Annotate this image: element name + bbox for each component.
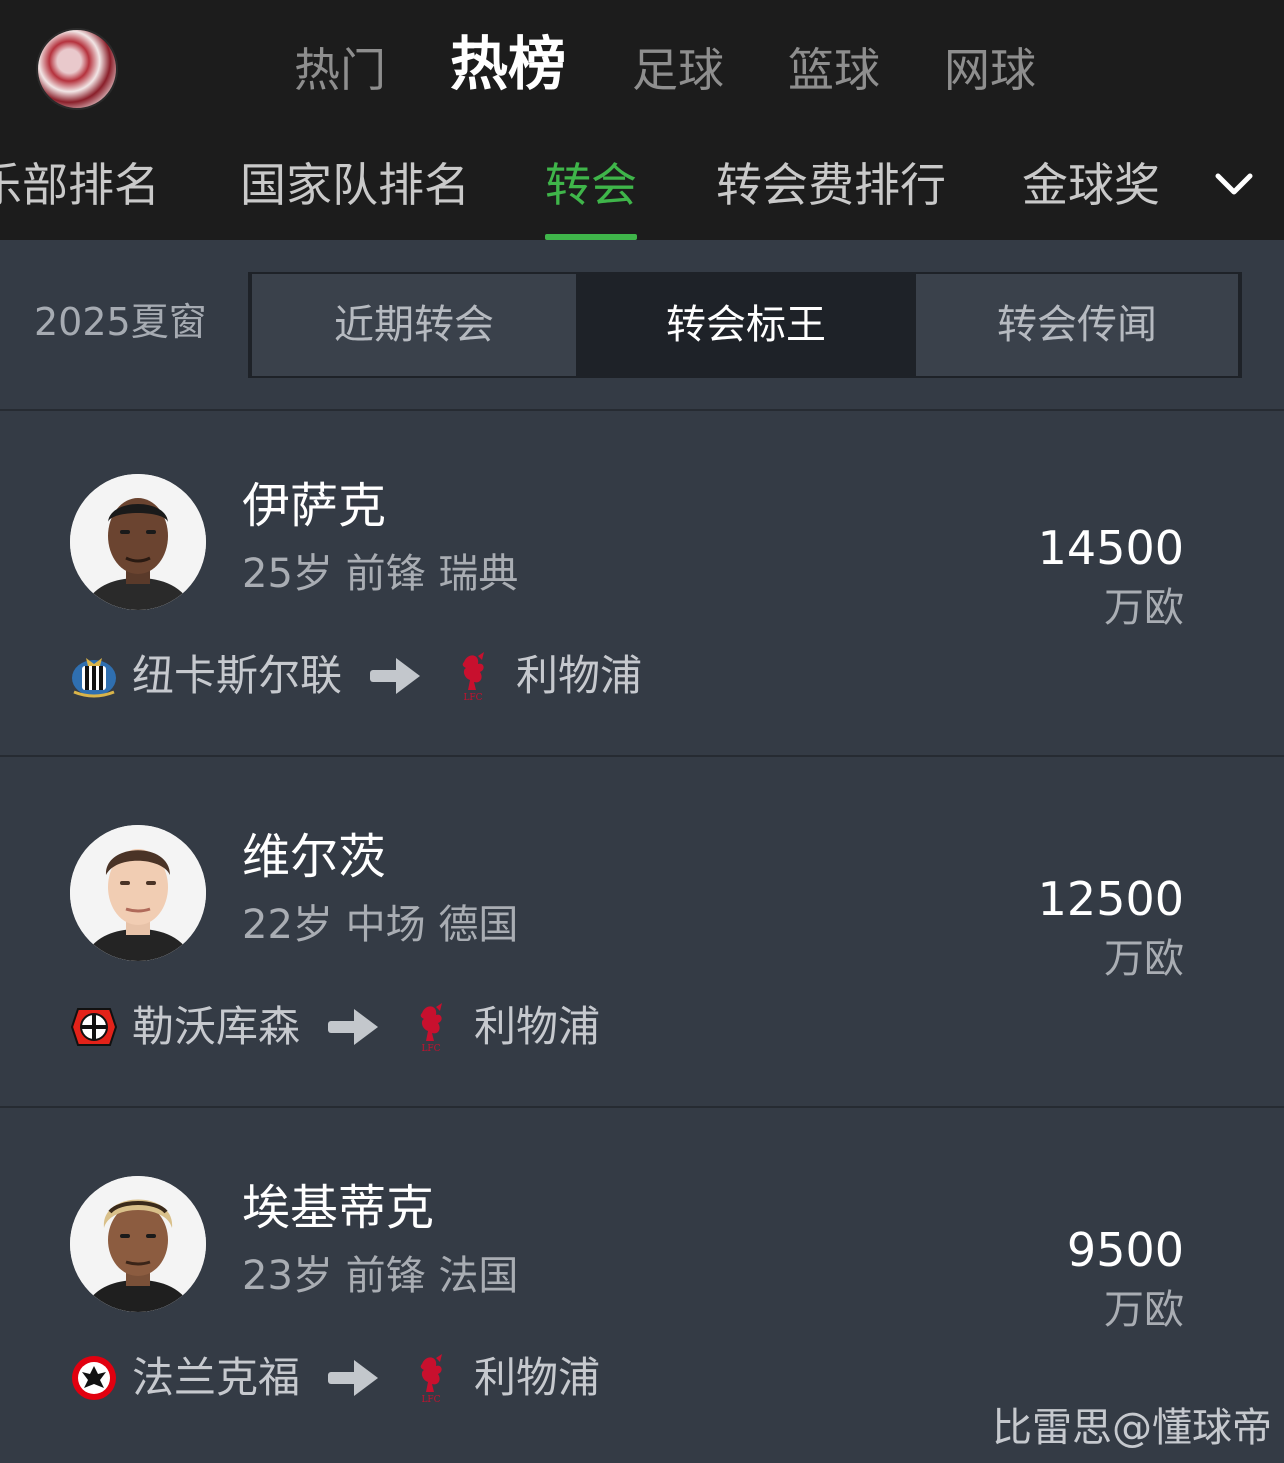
svg-text:LFC: LFC [421,1395,440,1404]
transfer-window-label[interactable]: 2025夏窗 [34,290,207,354]
to-club: 利物浦 [474,1002,601,1051]
segment-top-transfers[interactable]: 转会标王 [580,274,912,376]
from-club: 勒沃库森 [132,1002,301,1051]
top-tab-bar: 热门 热榜 足球 篮球 网球 [0,30,1284,110]
subtab-transfers[interactable]: 转会 [545,150,637,220]
svg-text:LFC: LFC [463,693,482,702]
transfer-fee: 9500 [1066,1223,1184,1277]
chevron-down-icon[interactable] [1212,162,1256,206]
to-club: 利物浦 [474,1353,601,1402]
liverpool-crest-icon: LFC [462,652,485,702]
divider [0,755,1284,757]
subtab-club-ranking[interactable]: 乐部排名 [0,150,160,220]
fee-unit: 万欧 [1104,1287,1184,1333]
tab-football[interactable]: 足球 [632,30,724,110]
segment-transfer-rumors[interactable]: 转会传闻 [916,274,1238,376]
to-club: 利物浦 [516,651,643,700]
top-navigation: 热门 热榜 足球 篮球 网球 乐部排名 国家队排名 转会 转会费排行 金球奖 [0,0,1284,240]
tab-tennis[interactable]: 网球 [944,30,1036,110]
player-name: 埃基蒂克 [242,1180,435,1236]
tab-hot-list[interactable]: 热榜 [450,24,566,104]
subtab-ballon-dor[interactable]: 金球奖 [1022,150,1160,220]
player-photo [70,825,206,961]
transfer-route: 纽卡斯尔联 LFC 利物浦 [70,644,642,708]
arrow-right-icon [370,658,421,694]
list-item[interactable]: 维尔茨 22岁 中场 德国 12500 万欧 勒沃库森 LFC 利物浦 [0,761,1284,1107]
arrow-right-icon [328,1009,379,1045]
arrow-right-icon [328,1360,379,1396]
player-info: 22岁 中场 德国 [242,902,519,948]
svg-text:LFC: LFC [421,1044,440,1053]
subtab-national-ranking[interactable]: 国家队排名 [240,150,470,220]
player-name: 维尔茨 [242,829,387,885]
liverpool-crest-icon: LFC [420,1354,443,1404]
divider [0,1106,1284,1108]
newcastle-crest-icon [72,658,116,698]
segment-recent-transfers[interactable]: 近期转会 [252,274,576,376]
from-club: 法兰克福 [132,1353,301,1402]
transfer-fee: 14500 [1037,521,1184,575]
segment-control: 近期转会 转会标王 转会传闻 [248,272,1242,378]
tab-hot[interactable]: 热门 [294,30,386,110]
from-club: 纽卡斯尔联 [132,651,343,700]
frankfurt-crest-icon [72,1356,116,1400]
active-subtab-indicator [545,234,637,240]
subtab-transfer-fee-ranking[interactable]: 转会费排行 [716,150,946,220]
transfer-route: 法兰克福 LFC 利物浦 [70,1346,600,1410]
player-info: 25岁 前锋 瑞典 [242,551,519,597]
transfer-route: 勒沃库森 LFC 利物浦 [70,995,600,1059]
watermark: 比雷思@懂球帝 [992,1405,1272,1451]
list-item[interactable]: 伊萨克 25岁 前锋 瑞典 14500 万欧 纽卡斯尔联 LFC 利物浦 [0,410,1284,756]
player-info: 23岁 前锋 法国 [242,1253,519,1299]
tab-basketball[interactable]: 篮球 [788,30,880,110]
transfer-fee: 12500 [1037,872,1184,926]
leverkusen-crest-icon [70,1008,118,1046]
player-photo [70,1176,206,1312]
liverpool-crest-icon: LFC [420,1003,443,1053]
player-name: 伊萨克 [242,478,387,534]
fee-unit: 万欧 [1104,936,1184,982]
fee-unit: 万欧 [1104,585,1184,631]
player-photo [70,474,206,610]
